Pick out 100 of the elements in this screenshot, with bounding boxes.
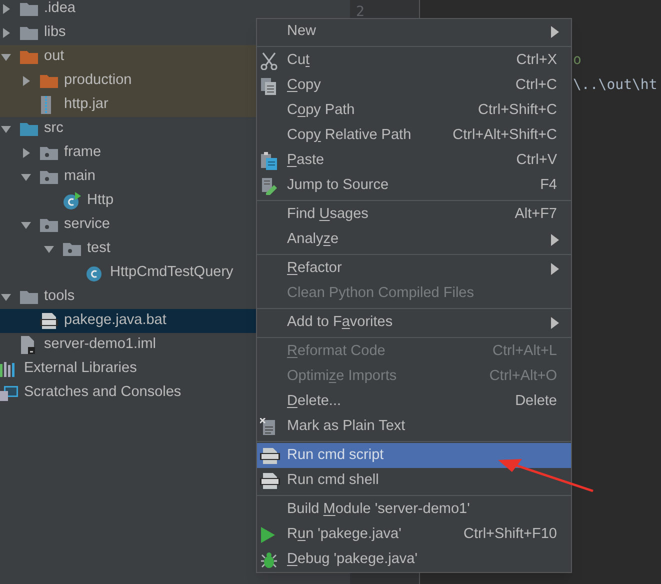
menu-item-label: Build Module 'server-demo1' xyxy=(287,500,470,519)
file-icon xyxy=(20,336,36,354)
collapsed-arrow-icon[interactable] xyxy=(0,27,12,39)
shortcut-label: Ctrl+C xyxy=(516,76,557,95)
menu-item-label: Copy xyxy=(287,76,321,95)
menu-item[interactable]: Delete... Delete xyxy=(257,389,571,414)
menu-item[interactable]: Refactor xyxy=(257,256,571,281)
console-icon xyxy=(0,385,18,401)
libraries-icon xyxy=(0,361,16,377)
collapsed-arrow-icon[interactable] xyxy=(0,3,12,15)
menu-item-label: Clean Python Compiled Files xyxy=(287,284,474,303)
menu-item-label: Paste xyxy=(287,150,324,170)
play-icon xyxy=(260,526,276,544)
menu-item[interactable]: Debug 'pakege.java' xyxy=(257,547,571,572)
menu-item[interactable]: Add to Favorites xyxy=(257,310,571,335)
package-icon xyxy=(40,218,58,232)
menu-item[interactable]: Run cmd script xyxy=(257,443,571,468)
shortcut-label: Delete xyxy=(515,392,557,411)
tree-item-label: External Libraries xyxy=(24,359,137,378)
folder-icon xyxy=(20,122,38,136)
tree-item[interactable]: .idea xyxy=(0,0,350,21)
package-icon xyxy=(63,242,81,256)
shortcut-label: Ctrl+Alt+Shift+C xyxy=(452,126,557,145)
shortcut-label: Ctrl+Shift+F10 xyxy=(464,524,557,544)
menu-item-label: Analyze xyxy=(287,230,339,249)
folder-icon xyxy=(20,290,38,304)
menu-item-label: Run cmd shell xyxy=(287,470,379,490)
expanded-arrow-icon[interactable] xyxy=(0,123,12,135)
folder-icon xyxy=(40,74,58,88)
submenu-arrow-icon xyxy=(551,234,559,246)
tree-item-label: HttpCmdTestQuery xyxy=(110,263,234,282)
tree-item-label: production xyxy=(64,71,132,90)
batch-file-icon xyxy=(40,312,58,330)
tree-item-label: src xyxy=(44,119,64,138)
expanded-arrow-icon[interactable] xyxy=(20,171,32,183)
menu-item[interactable]: Jump to Source F4 xyxy=(257,173,571,198)
tree-item-label: tools xyxy=(44,287,75,306)
menu-item-label: Run cmd script xyxy=(287,446,384,465)
menu-item[interactable]: Analyze xyxy=(257,227,571,252)
menu-item[interactable]: Build Module 'server-demo1' xyxy=(257,497,571,522)
folder-icon xyxy=(20,50,38,64)
shortcut-label: Ctrl+Alt+L xyxy=(492,342,557,361)
menu-item-label: New xyxy=(287,22,316,41)
tree-item-label: out xyxy=(44,47,64,66)
menu-item[interactable]: Paste Ctrl+V xyxy=(257,148,571,173)
tree-item-label: main xyxy=(64,167,96,186)
shortcut-label: Alt+F7 xyxy=(514,204,557,224)
shortcut-label: Ctrl+Alt+O xyxy=(489,366,557,386)
expanded-arrow-icon[interactable] xyxy=(0,51,12,63)
tree-item-label: pakege.java.bat xyxy=(64,311,166,330)
menu-item-label: Refactor xyxy=(287,258,342,278)
menu-item-label: Copy Relative Path xyxy=(287,126,412,145)
code-line: \..\out\ht xyxy=(573,76,658,95)
copy-icon xyxy=(260,76,278,94)
tree-item-label: frame xyxy=(64,143,102,162)
menu-item-label: Mark as Plain Text xyxy=(287,416,406,436)
text-file-icon xyxy=(260,418,278,436)
cmd-file-icon xyxy=(260,472,280,490)
expanded-arrow-icon[interactable] xyxy=(20,219,32,231)
menu-item[interactable]: Copy Relative Path Ctrl+Alt+Shift+C xyxy=(257,123,571,148)
menu-item-label: Find Usages xyxy=(287,204,368,224)
menu-item[interactable]: Find Usages Alt+F7 xyxy=(257,202,571,227)
expanded-arrow-icon[interactable] xyxy=(0,291,12,303)
tree-item-label: server-demo1.iml xyxy=(44,335,156,354)
tree-item-label: Http xyxy=(87,191,114,210)
tree-item-label: test xyxy=(87,239,110,258)
tree-item-label: service xyxy=(64,215,110,234)
tree-item-label: .idea xyxy=(44,0,76,18)
shortcut-label: Ctrl+V xyxy=(516,150,557,170)
menu-item-label: Run 'pakege.java' xyxy=(287,524,402,544)
menu-item[interactable]: Run cmd shell xyxy=(257,468,571,493)
shortcut-label: Ctrl+Shift+C xyxy=(478,100,557,120)
submenu-arrow-icon xyxy=(551,262,559,274)
package-icon xyxy=(40,146,58,160)
tree-item-label: Scratches and Consoles xyxy=(24,383,182,402)
expanded-arrow-icon[interactable] xyxy=(43,243,55,255)
tree-item-label: libs xyxy=(44,23,66,42)
menu-item-label: Jump to Source xyxy=(287,176,389,195)
document-pencil-icon xyxy=(260,176,278,194)
menu-item-label: Delete... xyxy=(287,392,342,411)
runnable-class-icon xyxy=(63,192,81,210)
archive-icon xyxy=(40,96,52,114)
menu-item[interactable]: New xyxy=(257,19,571,44)
menu-item-label: Cut xyxy=(287,50,310,70)
collapsed-arrow-icon[interactable] xyxy=(20,75,32,87)
menu-item-label: Debug 'pakege.java' xyxy=(287,550,418,569)
menu-item-label: Optimize Imports xyxy=(287,366,397,386)
shortcut-label: F4 xyxy=(540,176,557,195)
collapsed-arrow-icon[interactable] xyxy=(20,147,32,159)
folder-icon xyxy=(20,2,38,16)
package-icon xyxy=(40,170,58,184)
menu-item-label: Reformat Code xyxy=(287,342,386,361)
tree-item-label: http.jar xyxy=(64,95,108,114)
scissors-icon xyxy=(260,52,278,70)
cmd-file-icon xyxy=(260,446,280,464)
bug-icon xyxy=(260,550,278,568)
menu-item[interactable]: Run 'pakege.java' Ctrl+Shift+F10 xyxy=(257,522,571,547)
menu-item[interactable]: Mark as Plain Text xyxy=(257,414,571,439)
class-icon xyxy=(86,264,104,282)
code-line: o xyxy=(573,51,582,70)
